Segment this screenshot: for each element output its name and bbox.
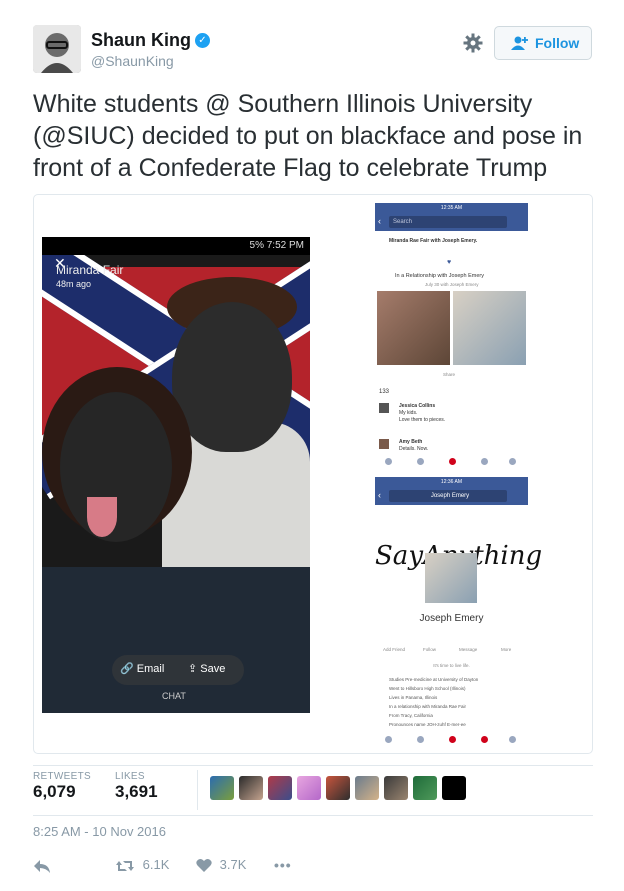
blackface-man-image bbox=[172, 302, 292, 452]
liker-avatar[interactable] bbox=[239, 776, 263, 800]
verified-badge-icon: ✓ bbox=[195, 33, 210, 48]
add-user-icon bbox=[511, 36, 528, 50]
liker-avatar[interactable] bbox=[442, 776, 466, 800]
couple-photo bbox=[377, 291, 450, 365]
retweet-icon bbox=[116, 860, 134, 871]
liker-avatar[interactable] bbox=[384, 776, 408, 800]
reply-button[interactable] bbox=[33, 857, 51, 877]
profile-detail: From Tracy, California bbox=[389, 713, 433, 718]
likes-label: LIKES bbox=[115, 771, 145, 782]
profile-photo bbox=[425, 553, 477, 603]
tweet-text: White students @ Southern Illinois Unive… bbox=[33, 90, 583, 182]
more-icon: ••• bbox=[274, 857, 292, 873]
post-date: July 30 with Joseph Emery bbox=[425, 282, 479, 287]
liker-avatar[interactable] bbox=[210, 776, 234, 800]
commenter-avatar bbox=[379, 403, 389, 413]
comment-text: My kids. bbox=[399, 410, 418, 416]
comment-text: Details. Now. bbox=[399, 446, 429, 452]
facebook-search-bar: ‹ Search bbox=[375, 213, 528, 231]
facebook-profile-screenshot: 12:36 AM ‹ Joseph Emery SayAnything Jose… bbox=[375, 477, 542, 747]
snap-action-pill[interactable]: 🔗 Email ⇪ Save bbox=[112, 655, 244, 685]
profile-detail: In a relationship with Miranda Rae Fair bbox=[389, 704, 467, 709]
retweets-label: RETWEETS bbox=[33, 771, 91, 782]
phone-status-bar: 5% 7:52 PM bbox=[42, 237, 310, 255]
like-count: 3.7K bbox=[219, 857, 247, 872]
divider bbox=[33, 765, 593, 766]
facebook-post-screenshot: 12:35 AM ‹ Search Miranda Rae Fair with … bbox=[375, 203, 528, 469]
profile-name: Joseph Emery bbox=[419, 613, 484, 624]
liker-avatar[interactable] bbox=[268, 776, 292, 800]
more-options-button[interactable]: ••• bbox=[274, 857, 292, 877]
liker-avatar[interactable] bbox=[413, 776, 437, 800]
liker-avatar[interactable] bbox=[297, 776, 321, 800]
facebook-search-bar: ‹ Joseph Emery bbox=[375, 487, 528, 505]
message-action: Message bbox=[459, 647, 478, 652]
divider bbox=[33, 815, 593, 816]
reactions-count: 133 bbox=[379, 389, 390, 395]
profile-detail: Studies Pre-medicine at University of Da… bbox=[389, 677, 479, 682]
reply-icon bbox=[34, 859, 50, 873]
retweets-stat[interactable]: RETWEETS 6,079 bbox=[33, 771, 91, 802]
phone-status-bar: 12:35 AM bbox=[375, 203, 528, 213]
liker-avatar[interactable] bbox=[355, 776, 379, 800]
couple-photo-2 bbox=[453, 291, 526, 365]
snapchat-photo[interactable]: 5% 7:52 PM ✕ Miranda Fair 48m ago 🔗 Emai… bbox=[42, 237, 310, 713]
avatar[interactable] bbox=[33, 25, 81, 73]
add-friend-action: Add Friend bbox=[383, 647, 406, 652]
phone-status-bar: 12:36 AM bbox=[375, 477, 528, 487]
save-label: Save bbox=[200, 663, 226, 675]
email-label: Email bbox=[136, 663, 165, 675]
like-button[interactable]: 3.7K bbox=[196, 857, 246, 877]
comment-author: Amy Beth bbox=[399, 439, 423, 445]
follow-button-label: Follow bbox=[535, 35, 580, 51]
comment-author: Jessica Collins bbox=[399, 403, 436, 409]
heart-icon bbox=[196, 859, 212, 873]
profile-detail: Pronounces name JOH-zuhf E-mer-ee bbox=[389, 722, 466, 727]
chat-label: CHAT bbox=[162, 691, 186, 701]
likes-stat[interactable]: LIKES 3,691 bbox=[115, 771, 158, 802]
back-icon: ‹ bbox=[378, 490, 381, 500]
retweets-value: 6,079 bbox=[33, 782, 76, 801]
tweet-timestamp[interactable]: 8:25 AM - 10 Nov 2016 bbox=[33, 824, 166, 839]
user-handle[interactable]: @ShaunKing bbox=[91, 53, 174, 69]
profile-detail: Lives in Panama, Illinois bbox=[389, 695, 438, 700]
post-author: Miranda Rae Fair with Joseph Emery. bbox=[389, 238, 478, 244]
back-icon: ‹ bbox=[378, 216, 381, 226]
search-field: Search bbox=[389, 216, 507, 228]
user-name[interactable]: Shaun King bbox=[91, 30, 191, 51]
likes-value: 3,691 bbox=[115, 782, 158, 801]
follow-button[interactable]: Follow bbox=[494, 26, 592, 60]
retweet-count: 6.1K bbox=[142, 857, 170, 872]
retweet-button[interactable]: 6.1K bbox=[115, 857, 169, 877]
divider bbox=[197, 770, 198, 810]
relationship-status: In a Relationship with Joseph Emery bbox=[395, 273, 484, 279]
search-field: Joseph Emery bbox=[389, 490, 507, 502]
comment-text: Love them to pieces. bbox=[399, 417, 446, 423]
heart-icon: ♥ bbox=[447, 259, 452, 266]
snap-age: 48m ago bbox=[56, 279, 92, 289]
commenter-avatar bbox=[379, 439, 389, 449]
more-action: More bbox=[501, 647, 512, 652]
email-button[interactable]: 🔗 Email bbox=[120, 662, 164, 675]
profile-detail: Went to Hillsboro High School (Illinois) bbox=[389, 686, 466, 691]
snap-sender: Miranda Fair bbox=[56, 263, 124, 277]
profile-bio: It's time to live life. bbox=[433, 663, 470, 668]
liker-avatar[interactable] bbox=[326, 776, 350, 800]
tongue-image bbox=[87, 497, 117, 537]
tweet-media[interactable]: 5% 7:52 PM ✕ Miranda Fair 48m ago 🔗 Emai… bbox=[33, 194, 593, 754]
gear-icon[interactable] bbox=[462, 32, 484, 54]
follow-action: Follow bbox=[423, 647, 437, 652]
save-button[interactable]: ⇪ Save bbox=[188, 662, 225, 675]
share-link: Share bbox=[443, 372, 456, 377]
